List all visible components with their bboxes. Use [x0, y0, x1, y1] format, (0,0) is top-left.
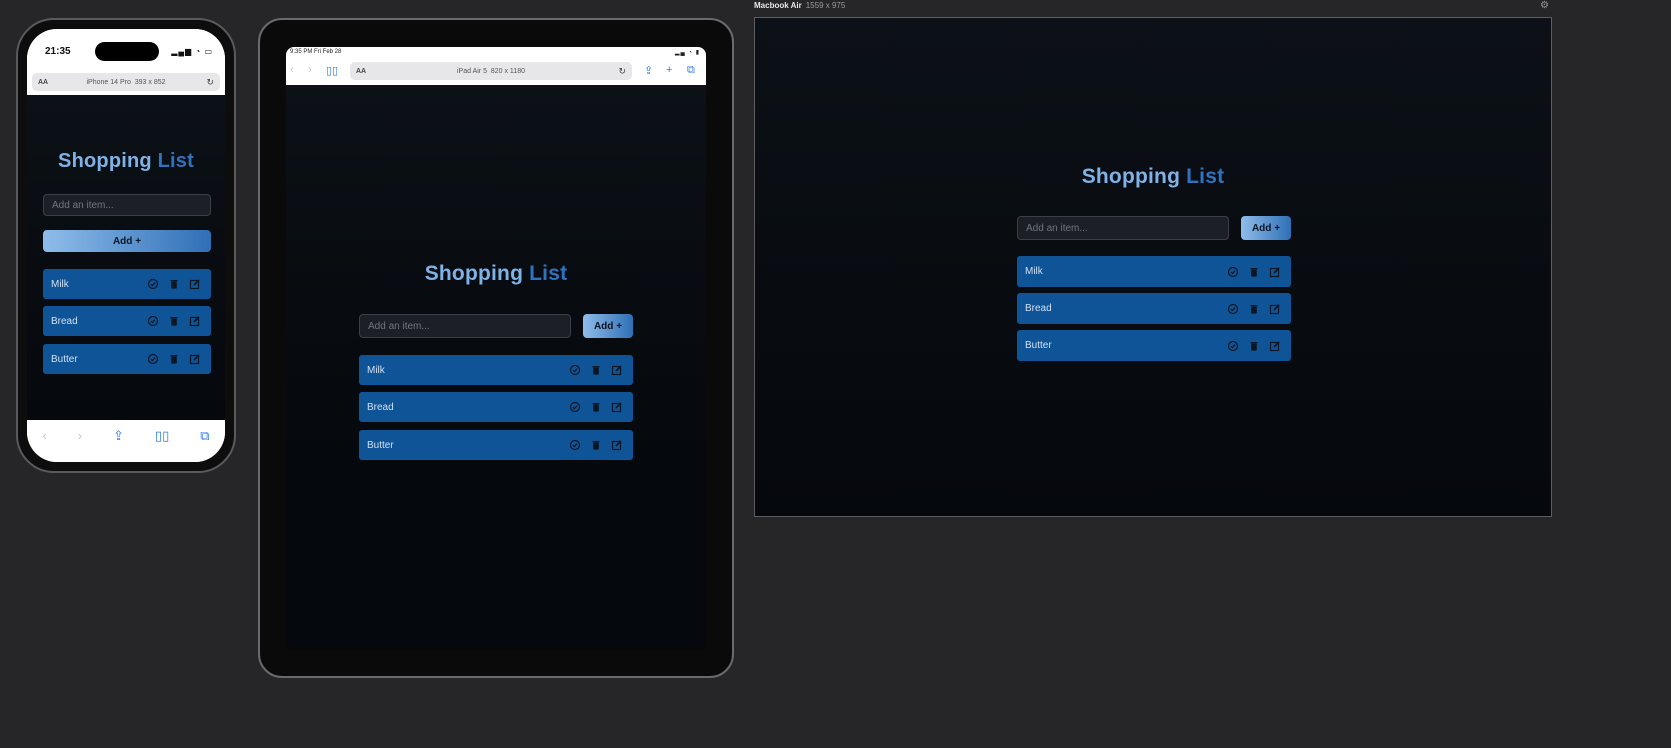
new-tab-icon[interactable]: +	[666, 64, 672, 76]
list-item: Butter	[43, 344, 211, 374]
laptop-app: Shopping List Add an item... Add + Milk …	[755, 18, 1551, 516]
check-circle-icon[interactable]	[1226, 302, 1239, 315]
trash-icon[interactable]	[589, 364, 602, 377]
trash-icon[interactable]	[167, 315, 180, 328]
edit-icon[interactable]	[188, 353, 201, 366]
item-label: Bread	[367, 401, 394, 413]
check-circle-icon[interactable]	[1226, 339, 1239, 352]
forward-icon[interactable]: ›	[78, 428, 82, 443]
trash-icon[interactable]	[1247, 302, 1260, 315]
signal-wifi-battery-icon: ▂▄ ◔ ▮	[674, 50, 700, 56]
trash-icon[interactable]	[1247, 265, 1260, 278]
back-icon[interactable]: ‹	[290, 64, 294, 76]
list-item: Butter	[359, 430, 633, 460]
trash-icon[interactable]	[1247, 339, 1260, 352]
item-label: Milk	[367, 364, 385, 376]
tablet-time: 9:35 PM Fri Feb 28	[290, 49, 342, 55]
edit-icon[interactable]	[610, 439, 623, 452]
add-button[interactable]: Add +	[43, 230, 211, 252]
edit-icon[interactable]	[1268, 302, 1281, 315]
item-label: Butter	[367, 439, 394, 451]
trash-icon[interactable]	[589, 401, 602, 414]
check-circle-icon[interactable]	[568, 439, 581, 452]
page-title: Shopping List	[424, 262, 568, 285]
page-title: Shopping List	[58, 150, 194, 172]
phone-url-label: iPhone 14 Pro 393 x 852	[86, 78, 166, 86]
back-icon[interactable]: ‹	[42, 428, 46, 443]
tablet-status-bar: 9:35 PM Fri Feb 28 ▂▄ ◔ ▮	[286, 47, 706, 59]
bookmarks-icon[interactable]: ▯▯	[326, 64, 338, 77]
signal-wifi-battery-icon: ▂▄▆ ◔ ▭	[171, 47, 213, 56]
tablet-screen: 9:35 PM Fri Feb 28 ▂▄ ◔ ▮ ‹ › ▯▯ AA iPad…	[286, 47, 706, 650]
check-circle-icon[interactable]	[146, 315, 159, 328]
item-label: Milk	[51, 278, 69, 290]
add-button[interactable]: Add +	[1241, 216, 1291, 240]
trash-icon[interactable]	[589, 439, 602, 452]
tablet-address-bar[interactable]: AA iPad Air 5 820 x 1180 ↻	[350, 62, 632, 80]
phone-status-bar: 21:35 ▂▄▆ ◔ ▭	[27, 29, 225, 73]
tabs-icon[interactable]: ⧉	[687, 64, 695, 77]
laptop-frame: Shopping List Add an item... Add + Milk …	[754, 17, 1552, 517]
item-label: Bread	[51, 315, 78, 327]
device-label: Macbook Air 1559 x 975	[754, 1, 846, 10]
item-label: Butter	[1025, 340, 1052, 351]
phone-address-bar[interactable]: AA iPhone 14 Pro 393 x 852 ↻	[32, 73, 220, 91]
tablet-url-label: iPad Air 5 820 x 1180	[457, 67, 525, 75]
page-title: Shopping List	[1081, 165, 1225, 188]
check-circle-icon[interactable]	[146, 353, 159, 366]
reader-aa-button[interactable]: AA	[38, 79, 48, 86]
list-item: Butter	[1017, 330, 1291, 361]
phone-screen: 21:35 ▂▄▆ ◔ ▭ AA iPhone 14 Pro 393 x 852…	[27, 29, 225, 462]
forward-icon[interactable]: ›	[308, 64, 312, 76]
item-label: Butter	[51, 353, 78, 365]
phone-frame: 21:35 ▂▄▆ ◔ ▭ AA iPhone 14 Pro 393 x 852…	[16, 18, 236, 473]
add-button[interactable]: Add +	[583, 314, 633, 338]
bookmarks-icon[interactable]: ▯▯	[155, 428, 169, 444]
check-circle-icon[interactable]	[1226, 265, 1239, 278]
dynamic-island	[95, 42, 159, 61]
list-item: Milk	[359, 355, 633, 385]
reload-icon[interactable]: ↻	[206, 77, 214, 88]
share-icon[interactable]: ⇪	[113, 428, 124, 444]
tabs-icon[interactable]: ⧉	[200, 428, 209, 444]
list-item: Milk	[43, 269, 211, 299]
list-item: Bread	[43, 306, 211, 336]
add-item-input[interactable]: Add an item...	[43, 194, 211, 216]
share-icon[interactable]: ⇪	[644, 64, 653, 77]
add-item-input[interactable]: Add an item...	[1017, 216, 1229, 240]
edit-icon[interactable]	[610, 401, 623, 414]
phone-app: Shopping List Add an item... Add + Milk …	[27, 95, 225, 420]
edit-icon[interactable]	[1268, 339, 1281, 352]
trash-icon[interactable]	[167, 278, 180, 291]
check-circle-icon[interactable]	[568, 364, 581, 377]
trash-icon[interactable]	[167, 353, 180, 366]
list-item: Bread	[359, 392, 633, 422]
tablet-app-lower	[286, 466, 706, 650]
reload-icon[interactable]: ↻	[618, 66, 626, 77]
list-item: Bread	[1017, 293, 1291, 324]
edit-icon[interactable]	[188, 315, 201, 328]
tablet-toolbar: ‹ › ▯▯ AA iPad Air 5 820 x 1180 ↻ ⇪ + ⧉	[286, 59, 706, 85]
add-item-input[interactable]: Add an item...	[359, 314, 571, 338]
check-circle-icon[interactable]	[146, 278, 159, 291]
phone-bottom-toolbar: ‹ › ⇪ ▯▯ ⧉	[27, 420, 225, 462]
gear-icon[interactable]: ⚙	[1540, 0, 1549, 11]
item-label: Milk	[1025, 266, 1043, 277]
edit-icon[interactable]	[188, 278, 201, 291]
edit-icon[interactable]	[610, 364, 623, 377]
item-label: Bread	[1025, 303, 1052, 314]
list-item: Milk	[1017, 256, 1291, 287]
reader-aa-button[interactable]: AA	[356, 68, 366, 75]
phone-time: 21:35	[45, 46, 71, 57]
tablet-frame: 9:35 PM Fri Feb 28 ▂▄ ◔ ▮ ‹ › ▯▯ AA iPad…	[258, 18, 734, 678]
check-circle-icon[interactable]	[568, 401, 581, 414]
edit-icon[interactable]	[1268, 265, 1281, 278]
tablet-app: Shopping List Add an item... Add + Milk …	[286, 85, 706, 466]
